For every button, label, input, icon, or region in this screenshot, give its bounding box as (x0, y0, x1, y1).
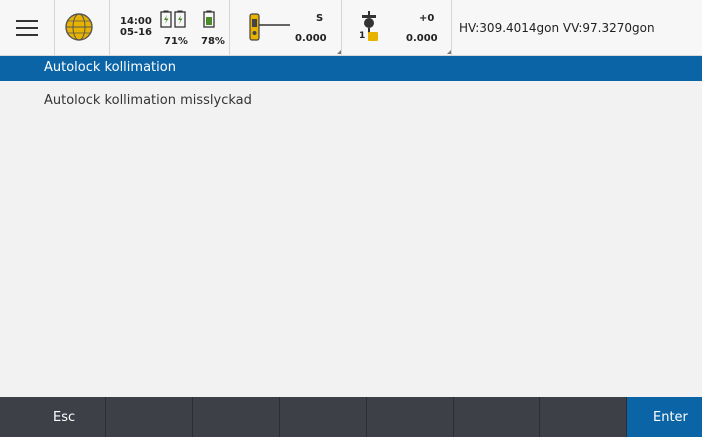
softkey-empty-5[interactable] (454, 397, 540, 437)
softkey-empty-4[interactable] (367, 397, 454, 437)
page-title-bar: Autolock kollimation (0, 56, 702, 81)
date-label: 05-16 (120, 27, 152, 38)
menu-button[interactable] (0, 0, 55, 55)
job-globe-button[interactable] (55, 0, 110, 55)
softkey-empty-3[interactable] (280, 397, 367, 437)
instrument-mode: S (316, 13, 324, 24)
enter-label: Enter (653, 410, 688, 425)
softkey-empty-2[interactable] (193, 397, 280, 437)
target-offset: +0 (419, 13, 435, 24)
battery-1-percent: 71% (164, 36, 188, 47)
target-status[interactable]: 1 +0 0.000 (342, 0, 452, 55)
total-station-icon (249, 13, 290, 41)
softkey-empty-1[interactable] (106, 397, 193, 437)
status-bar: 14:00 05-16 71% 78% S 0.000 1 +0 0.000 H… (0, 0, 702, 56)
enter-button[interactable]: Enter (627, 397, 702, 437)
esc-button[interactable]: Esc (0, 397, 106, 437)
page-title: Autolock kollimation (44, 60, 176, 75)
globe-icon (65, 13, 93, 41)
status-message: Autolock kollimation misslyckad (44, 93, 252, 108)
time-battery-status[interactable]: 14:00 05-16 71% 78% (110, 0, 230, 55)
esc-label: Esc (53, 410, 76, 425)
softkey-bar: Esc Enter (0, 397, 702, 437)
softkey-empty-6[interactable] (540, 397, 627, 437)
time-label: 14:00 (120, 16, 152, 27)
battery-2-percent: 78% (201, 36, 225, 47)
charging-batteries-icon (160, 10, 186, 28)
angle-readout[interactable]: HV:309.4014gon VV:97.3270gon (459, 21, 655, 35)
target-id: 1 (359, 31, 366, 41)
instrument-status[interactable]: S 0.000 (230, 0, 342, 55)
instrument-value: 0.000 (295, 33, 327, 44)
battery-icon (203, 10, 215, 28)
target-value: 0.000 (406, 33, 438, 44)
